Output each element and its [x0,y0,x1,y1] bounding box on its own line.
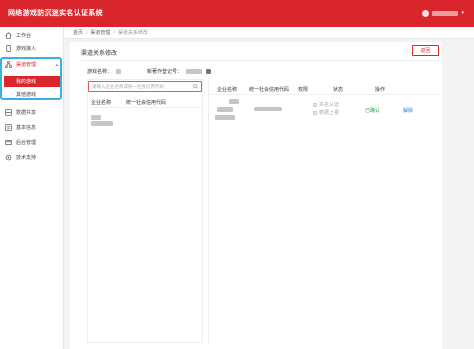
candidate-panel: 请输入企业名称或统一社会信用代码 企业名称 统一社会信用代码 [87,79,203,343]
user-menu[interactable]: ▾ [422,10,464,17]
checkbox-icon [313,110,317,115]
sidebar-item-label: 技术支持 [16,155,37,161]
company-redacted [229,99,239,104]
checkbox-icon [313,102,317,107]
support-icon [5,154,12,161]
sidebar-item-label: 后台管理 [16,140,37,146]
permission-label: 数据上报 [319,110,340,116]
company-redacted [217,107,233,112]
search-icon [193,84,198,91]
sidebar-item-game-access[interactable]: 游戏接入 [0,42,64,55]
sidebar-item-admin[interactable]: 后台管理 [0,136,64,149]
sidebar-item-data-share[interactable]: 数据共享 [0,106,64,119]
permission-realname: 实名认证 [313,101,339,108]
unbind-link[interactable]: 解除 [403,107,413,114]
column-header: 权限 [298,87,309,93]
reg-no-label: 新著作登记号： [147,69,183,75]
column-header: 状态 [333,87,344,93]
column-header: 操作 [375,87,386,93]
game-name-redacted [116,69,122,74]
app-title: 网络游戏防沉迷实名认证系统 [8,10,103,17]
game-name-row: 游戏名称： [87,68,122,75]
top-bar: 网络游戏防沉迷实名认证系统 ▾ [0,0,474,27]
sidebar-item-label: 游戏接入 [16,46,37,52]
company-redacted [91,121,113,126]
status-badge: 已确认 [365,108,381,114]
sidebar-item-label: 数据共享 [16,110,37,116]
annotation-highlight-box [0,57,62,100]
search-placeholder: 请输入企业名称或统一社会信用代码 [92,83,164,89]
breadcrumb-current: 渠道关系修改 [117,30,148,36]
user-name-redacted [432,11,459,16]
share-icon [5,109,12,116]
sidebar-item-label: 基本信息 [16,125,37,131]
page-title: 渠道关系修改 [81,51,118,57]
home-icon [5,32,12,39]
main-content: 渠道关系修改 返回 游戏名称： 新著作登记号： 请输入企业名称或统一社会信用代码… [70,42,442,349]
candidate-table-header: 企业名称 统一社会信用代码 [90,98,202,108]
breadcrumb-separator: / [113,29,115,36]
sidebar-item-basic-info[interactable]: 基本信息 [0,121,64,134]
reg-no-redacted [206,69,212,74]
selected-panel: 企业名称 统一社会信用代码 权限 状态 操作 实名认证 数据上报 已确认 解除 [208,79,440,343]
table-row: 实名认证 数据上报 已确认 解除 [209,97,440,127]
sidebar-item-tech-support[interactable]: 技术支持 [0,151,64,164]
chevron-down-icon: ▾ [461,10,464,16]
reg-no-row: 新著作登记号： [147,68,212,75]
search-input[interactable]: 请输入企业名称或统一社会信用代码 [88,81,202,92]
column-header: 统一社会信用代码 [126,100,167,106]
permission-data-report: 数据上报 [313,109,339,116]
divider [81,60,439,61]
info-icon [5,124,12,131]
admin-icon [5,139,12,146]
credit-code-redacted [254,107,282,111]
breadcrumb-separator: / [86,29,88,36]
column-header: 企业名称 [91,100,112,106]
sidebar-item-label: 工作台 [16,33,32,39]
column-header: 统一社会信用代码 [249,87,290,93]
phone-icon [5,45,12,52]
company-redacted [215,115,235,120]
breadcrumb-home[interactable]: 首页 [73,29,83,36]
game-name-label: 游戏名称： [87,69,113,75]
back-button[interactable]: 返回 [412,45,439,56]
company-redacted [91,115,101,120]
breadcrumb-level1[interactable]: 渠道管理 [90,29,110,36]
reg-no-redacted [186,69,203,74]
selected-table-header: 企业名称 统一社会信用代码 权限 状态 操作 [209,85,440,95]
breadcrumb: 首页 / 渠道管理 / 渠道关系修改 [64,27,474,39]
sidebar-item-workbench[interactable]: 工作台 [0,29,64,42]
column-header: 企业名称 [217,87,238,93]
avatar [422,10,430,17]
permission-label: 实名认证 [319,102,340,108]
